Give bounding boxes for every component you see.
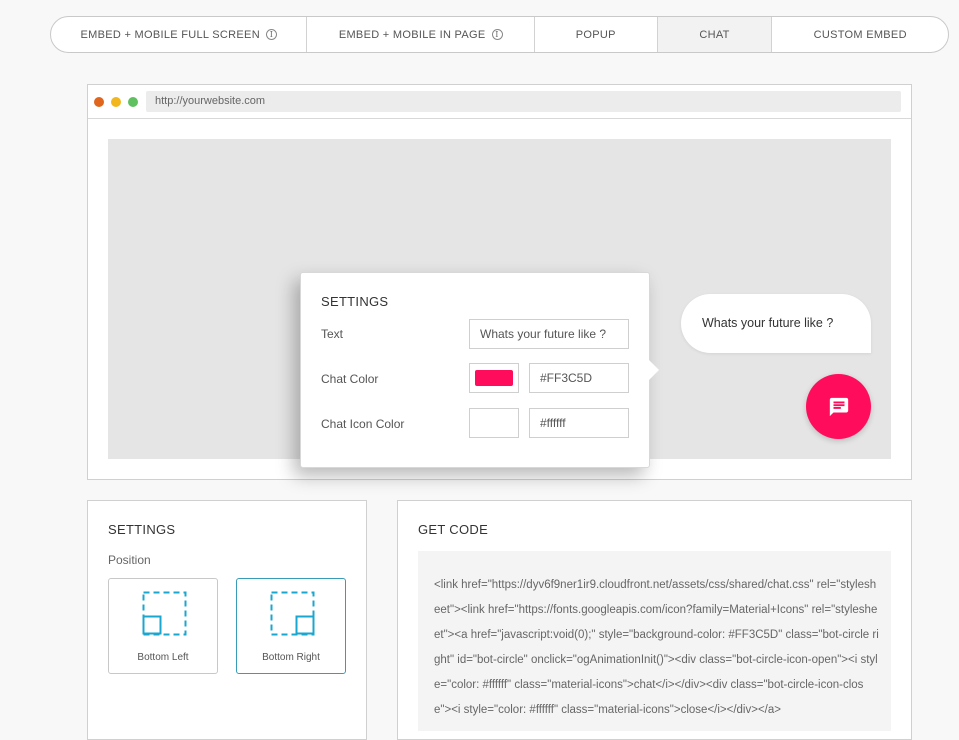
tab-label: POPUP — [575, 28, 616, 41]
chat-greeting-bubble[interactable]: Whats your future like ? — [681, 294, 871, 353]
embed-type-tabs: EMBED + MOBILE FULL SCREEN i EMBED + MOB… — [50, 16, 949, 53]
popup-title: SETTINGS — [321, 294, 389, 309]
position-option-bottom-left[interactable]: Bottom Left — [108, 578, 218, 674]
chat-color-label: Chat Color — [321, 372, 379, 386]
chat-color-swatch[interactable] — [469, 363, 519, 393]
tab-label: EMBED + MOBILE FULL SCREEN — [80, 28, 260, 41]
position-option-label: Bottom Right — [262, 652, 320, 663]
get-code-panel: GET CODE <link href="https://dyv6f9ner1i… — [397, 500, 912, 740]
bottom-left-position-icon — [142, 591, 187, 636]
popup-pointer — [649, 360, 659, 380]
tab-custom-embed[interactable]: CUSTOM EMBED — [772, 17, 948, 52]
info-icon[interactable]: i — [491, 29, 503, 40]
window-close-dot-icon — [94, 97, 104, 107]
chat-text-input[interactable] — [469, 319, 629, 349]
window-maximize-dot-icon — [128, 97, 138, 107]
panel-title: GET CODE — [418, 522, 489, 537]
text-label: Text — [321, 327, 344, 341]
embed-code-text[interactable]: <link href="https://dyv6f9ner1ir9.cloudf… — [434, 573, 879, 723]
position-option-bottom-right[interactable]: Bottom Right — [236, 578, 346, 674]
chat-icon-color-label: Chat Icon Color — [321, 417, 405, 431]
tab-chat[interactable]: CHAT — [657, 17, 773, 52]
position-label: Position — [108, 553, 151, 567]
tab-embed-mobile-in-page[interactable]: EMBED + MOBILE IN PAGE i — [307, 17, 535, 52]
url-display: http://yourwebsite.com — [146, 91, 901, 112]
embed-code-box[interactable]: <link href="https://dyv6f9ner1ir9.cloudf… — [418, 551, 891, 731]
position-settings-panel: SETTINGS Position Bottom Left Bottom Rig… — [87, 500, 367, 740]
info-icon[interactable]: i — [265, 29, 277, 40]
tab-embed-mobile-full-screen[interactable]: EMBED + MOBILE FULL SCREEN i — [51, 17, 308, 52]
chat-icon-color-swatch[interactable] — [469, 408, 519, 438]
chat-icon-color-hex-input[interactable]: #ffffff — [529, 408, 629, 438]
tab-label: CUSTOM EMBED — [813, 28, 907, 41]
tab-popup[interactable]: POPUP — [535, 17, 658, 52]
chat-color-preview — [475, 370, 513, 386]
panel-title: SETTINGS — [108, 522, 176, 537]
chat-settings-popup: SETTINGS Text Chat Color #FF3C5D Chat Ic… — [300, 272, 650, 468]
chat-color-hex-input[interactable]: #FF3C5D — [529, 363, 629, 393]
window-minimize-dot-icon — [111, 97, 121, 107]
bottom-right-position-icon — [270, 591, 315, 636]
tab-label: EMBED + MOBILE IN PAGE — [338, 28, 486, 41]
tab-label: CHAT — [699, 28, 730, 41]
position-option-label: Bottom Left — [137, 652, 189, 663]
chat-icon — [829, 397, 848, 416]
chat-launcher-button[interactable] — [806, 374, 871, 439]
browser-address-bar: http://yourwebsite.com — [88, 85, 911, 119]
